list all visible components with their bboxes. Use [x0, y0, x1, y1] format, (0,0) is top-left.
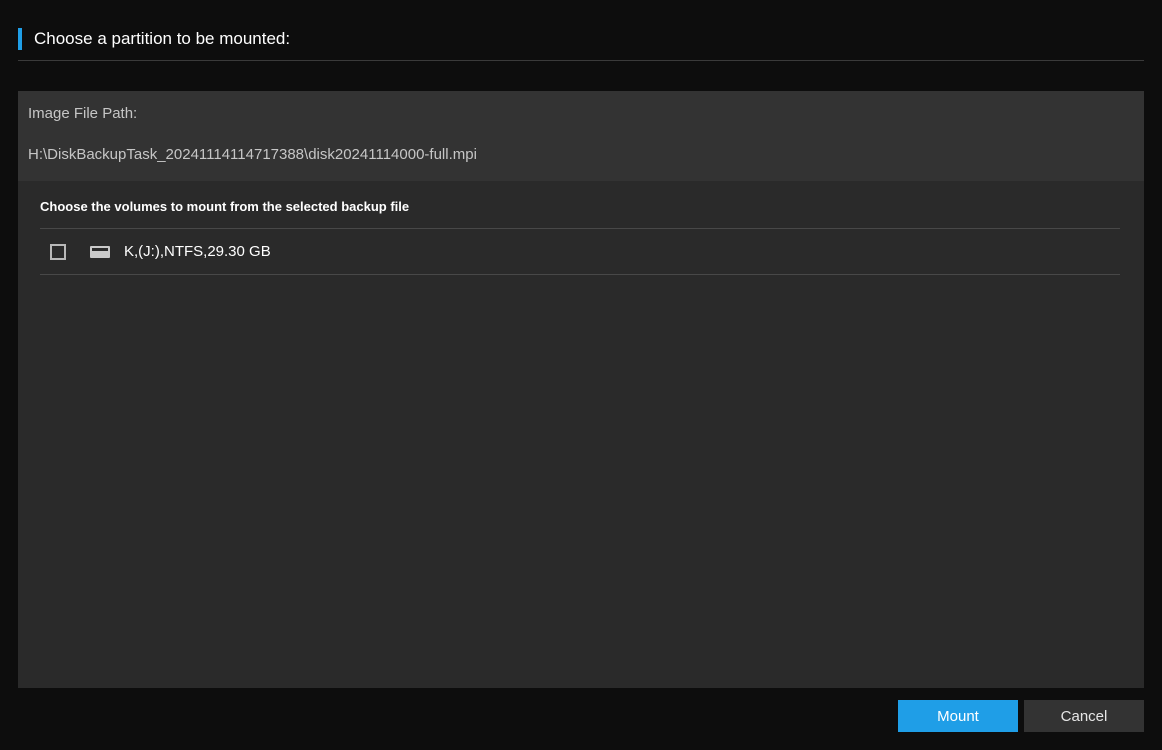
file-path-panel: Image File Path: H:\DiskBackupTask_20241…: [18, 91, 1144, 181]
volume-checkbox[interactable]: [50, 244, 66, 260]
accent-bar: [18, 28, 22, 50]
divider: [40, 274, 1120, 275]
file-path-value: H:\DiskBackupTask_20241114114717388\disk…: [28, 146, 1130, 163]
volume-list-panel: Choose the volumes to mount from the sel…: [18, 181, 1144, 688]
header: Choose a partition to be mounted:: [18, 28, 1144, 61]
cancel-button[interactable]: Cancel: [1024, 700, 1144, 732]
file-path-label: Image File Path:: [28, 105, 1130, 122]
mount-button[interactable]: Mount: [898, 700, 1018, 732]
dialog-container: Choose a partition to be mounted: Image …: [0, 0, 1162, 750]
disk-icon: [90, 246, 110, 258]
volume-row[interactable]: K,(J:),NTFS,29.30 GB: [18, 229, 1144, 274]
footer: Mount Cancel: [18, 688, 1144, 750]
volume-label: K,(J:),NTFS,29.30 GB: [124, 243, 271, 260]
page-title: Choose a partition to be mounted:: [34, 29, 290, 49]
volume-list-header: Choose the volumes to mount from the sel…: [18, 181, 1144, 228]
